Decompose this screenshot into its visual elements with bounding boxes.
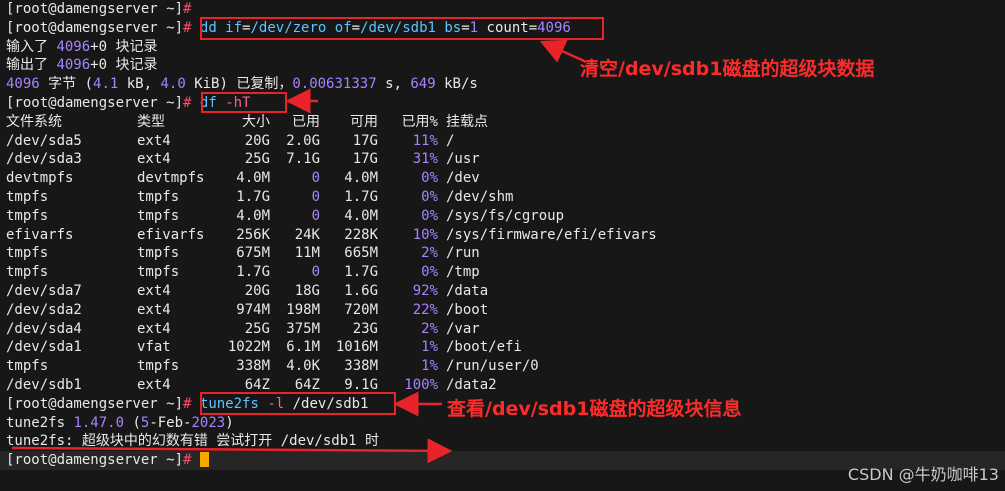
tune2fs-annotation-label: 查看/dev/sdb1磁盘的超级块信息: [447, 398, 742, 420]
df-row: efivarfs efivarfs 256K 24K 228K 10%/sys/firmw…: [6, 226, 657, 243]
df-header: 文件系统 类型 大小 已用 可用 已用% 挂载点: [6, 113, 488, 130]
df-row: tmpfs tmpfs 1.7G 0 1.7G 0%/tmp: [6, 264, 480, 281]
df-table: /dev/sda5 ext4 20G 2.0G 17G 11% / /dev/sda3 ext4…: [6, 132, 1002, 395]
df-row: /dev/sda4 ext4 25G 375M 23G 2%/var: [6, 320, 480, 337]
dd-command-line: [root@damengserver ~]# dd if=/dev/zero o…: [6, 19, 571, 36]
df-row: tmpfs tmpfs 338M 4.0K 338M 1%/run/user/0: [6, 358, 539, 375]
df-row: devtmpfs devtmpfs 4.0M 0 4.0M 0%/dev: [6, 170, 480, 187]
tune2fs-error: tune2fs: 超级块中的幻数有错 尝试打开 /dev/sdb1 时: [6, 433, 380, 450]
df-command-line: [root@damengserver ~]# df -hT: [6, 94, 251, 111]
terminal-line: [root@damengserver ~]#: [6, 1, 192, 17]
df-row: /dev/sda5 ext4 20G 2.0G 17G 11% /: [6, 132, 455, 149]
df-row: /dev/sdb1 ext4 64Z 64Z 9.1G 100%/data2: [6, 376, 497, 393]
watermark: CSDN @牛奶咖啡13: [847, 465, 999, 484]
dd-annotation-label: 清空/dev/sdb1磁盘的超级块数据: [580, 58, 875, 80]
df-row: /dev/sda2 ext4 974M 198M 720M 22%/boot: [6, 301, 489, 318]
text-cursor: [199, 452, 209, 468]
df-row: /dev/sda1 vfat 1022M 6.1M 1016M 1%/boot/efi: [6, 339, 522, 356]
df-row: tmpfs tmpfs 675M 11M 665M 2%/run: [6, 245, 480, 262]
df-row: tmpfs tmpfs 1.7G 0 1.7G 0%/dev/shm: [6, 188, 514, 205]
df-row: /dev/sda7 ext4 20G 18G 1.6G 92%/data: [6, 282, 489, 299]
df-row: tmpfs tmpfs 4.0M 0 4.0M 0%/sys/fs/cgroup: [6, 207, 565, 224]
df-row: /dev/sda3 ext4 25G 7.1G 17G 31%/usr: [6, 151, 480, 168]
